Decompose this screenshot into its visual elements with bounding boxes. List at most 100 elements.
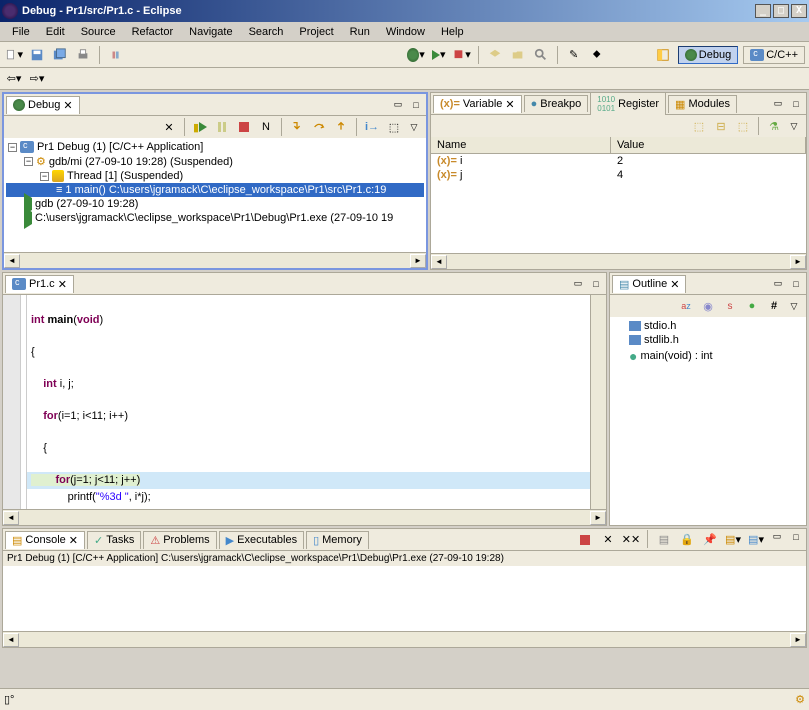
- open-perspective-button[interactable]: [653, 45, 673, 65]
- tab-debug[interactable]: Debug✕: [6, 96, 80, 114]
- outline-item[interactable]: stdio.h: [612, 319, 804, 333]
- save-all-button[interactable]: [50, 45, 70, 65]
- remove-all-button[interactable]: ✕✕: [621, 530, 641, 550]
- step-over-button[interactable]: [309, 117, 329, 137]
- clear-console-button[interactable]: ▤: [654, 530, 674, 550]
- code-content[interactable]: int main(void) { int i, j; for(i=1; i<11…: [27, 295, 590, 509]
- minimize-button[interactable]: _: [755, 4, 771, 18]
- forward-button[interactable]: ⇨▾: [27, 69, 47, 89]
- debug-button[interactable]: ▾: [406, 45, 426, 65]
- scrollbar[interactable]: ◄►: [3, 631, 806, 647]
- minimize-view-icon[interactable]: ▭: [770, 97, 786, 111]
- menu-help[interactable]: Help: [433, 24, 472, 40]
- menu-window[interactable]: Window: [378, 24, 433, 40]
- step-return-button[interactable]: [331, 117, 351, 137]
- scrollbar[interactable]: ◄►: [3, 509, 606, 525]
- debug-tree-gdb[interactable]: gdb (27-09-10 19:28): [6, 197, 424, 211]
- hide-nonpublic-button[interactable]: ●: [742, 296, 762, 316]
- toggle-mark-button[interactable]: ✎: [564, 45, 584, 65]
- tab-modules[interactable]: ▦Modules: [668, 95, 737, 113]
- code-editor[interactable]: int main(void) { int i, j; for(i=1; i<11…: [3, 295, 606, 509]
- ext-tools-button[interactable]: ▾: [452, 45, 472, 65]
- tab-memory[interactable]: ▯Memory: [306, 531, 369, 549]
- minimize-view-icon[interactable]: ▭: [770, 277, 786, 291]
- debug-tree-thread[interactable]: −Thread [1] (Suspended): [6, 169, 424, 183]
- outline-item[interactable]: ●main(void) : int: [612, 347, 804, 365]
- debug-tree-frame[interactable]: ≡1 main() C:\users\jgramack\C\eclipse_wo…: [6, 183, 424, 197]
- remove-launch-button[interactable]: ✕: [598, 530, 618, 550]
- maximize-button[interactable]: □: [773, 4, 789, 18]
- save-button[interactable]: [27, 45, 47, 65]
- step-into-button[interactable]: [287, 117, 307, 137]
- variable-row[interactable]: (x)= j 4: [431, 168, 806, 182]
- tab-console[interactable]: ▤Console✕: [5, 531, 85, 549]
- minimize-view-icon[interactable]: ▭: [570, 277, 586, 291]
- disconnect-button[interactable]: N: [256, 117, 276, 137]
- build-button[interactable]: [106, 45, 126, 65]
- remove-terminated-button[interactable]: ✕: [159, 117, 179, 137]
- maximize-view-icon[interactable]: □: [408, 98, 424, 112]
- hide-static-button[interactable]: s: [720, 296, 740, 316]
- menu-edit[interactable]: Edit: [38, 24, 73, 40]
- hide-fields-button[interactable]: ◉: [698, 296, 718, 316]
- add-global-button[interactable]: ⬚: [733, 116, 753, 136]
- perspective-debug[interactable]: Debug: [678, 46, 738, 64]
- search-button[interactable]: [531, 45, 551, 65]
- debug-tree-process[interactable]: −⚙gdb/mi (27-09-10 19:28) (Suspended): [6, 154, 424, 169]
- tab-problems[interactable]: ⚠Problems: [143, 531, 216, 549]
- menu-navigate[interactable]: Navigate: [181, 24, 240, 40]
- print-button[interactable]: [73, 45, 93, 65]
- menu-source[interactable]: Source: [73, 24, 124, 40]
- maximize-view-icon[interactable]: □: [588, 277, 604, 291]
- tab-tasks[interactable]: ✓Tasks: [87, 531, 141, 549]
- run-button[interactable]: ▾: [429, 45, 449, 65]
- back-button[interactable]: ⇦▾: [4, 69, 24, 89]
- toggle-button[interactable]: ⚗: [764, 116, 784, 136]
- resume-button[interactable]: ▮: [190, 117, 210, 137]
- maximize-view-icon[interactable]: □: [788, 277, 804, 291]
- hide-inactive-button[interactable]: #: [764, 296, 784, 316]
- close-tab-icon[interactable]: ✕: [58, 278, 67, 291]
- scrollbar[interactable]: ◄►: [4, 252, 426, 268]
- variable-row[interactable]: (x)= i 2: [431, 154, 806, 168]
- column-name[interactable]: Name: [431, 137, 611, 153]
- terminate-console-button[interactable]: [575, 530, 595, 550]
- tab-registers[interactable]: 10100101Register: [590, 92, 666, 115]
- console-output[interactable]: [3, 566, 806, 631]
- minimize-view-icon[interactable]: ▭: [769, 530, 785, 544]
- menu-project[interactable]: Project: [291, 24, 341, 40]
- drop-to-frame-button[interactable]: ⬚: [384, 117, 404, 137]
- open-type-button[interactable]: [485, 45, 505, 65]
- view-menu-icon[interactable]: ▽: [786, 119, 802, 133]
- new-button[interactable]: ▾: [4, 45, 24, 65]
- close-tab-icon[interactable]: ✕: [69, 534, 78, 547]
- menu-search[interactable]: Search: [241, 24, 292, 40]
- tab-breakpoints[interactable]: ●Breakpo: [524, 95, 589, 112]
- open-console-button[interactable]: ▤▾: [746, 530, 766, 550]
- maximize-view-icon[interactable]: □: [788, 97, 804, 111]
- suspend-button[interactable]: [212, 117, 232, 137]
- column-value[interactable]: Value: [611, 137, 806, 153]
- folder-button[interactable]: [508, 45, 528, 65]
- close-button[interactable]: X: [791, 4, 807, 18]
- menu-file[interactable]: File: [4, 24, 38, 40]
- tab-executables[interactable]: ▶Executables: [219, 531, 304, 549]
- minimize-view-icon[interactable]: ▭: [390, 98, 406, 112]
- collapse-button[interactable]: ⊟: [711, 116, 731, 136]
- show-type-button[interactable]: ⬚: [689, 116, 709, 136]
- close-tab-icon[interactable]: ✕: [505, 98, 514, 111]
- sort-button[interactable]: az: [676, 296, 696, 316]
- menu-run[interactable]: Run: [342, 24, 378, 40]
- view-menu-icon[interactable]: ▽: [406, 120, 422, 134]
- maximize-view-icon[interactable]: □: [788, 530, 804, 544]
- tab-outline[interactable]: ▤Outline✕: [612, 275, 686, 293]
- menu-refactor[interactable]: Refactor: [124, 24, 182, 40]
- debug-tree-exe[interactable]: C:\users\jgramack\C\eclipse_workspace\Pr…: [6, 211, 424, 225]
- debug-tree-launch[interactable]: −Pr1 Debug (1) [C/C++ Application]: [6, 140, 424, 154]
- scrollbar[interactable]: ◄►: [431, 253, 806, 269]
- close-tab-icon[interactable]: ✕: [670, 278, 679, 291]
- next-annotation-button[interactable]: ⬥: [587, 45, 607, 65]
- tab-editor-file[interactable]: Pr1.c✕: [5, 275, 74, 293]
- scroll-lock-button[interactable]: 🔒: [677, 530, 697, 550]
- pin-console-button[interactable]: 📌: [700, 530, 720, 550]
